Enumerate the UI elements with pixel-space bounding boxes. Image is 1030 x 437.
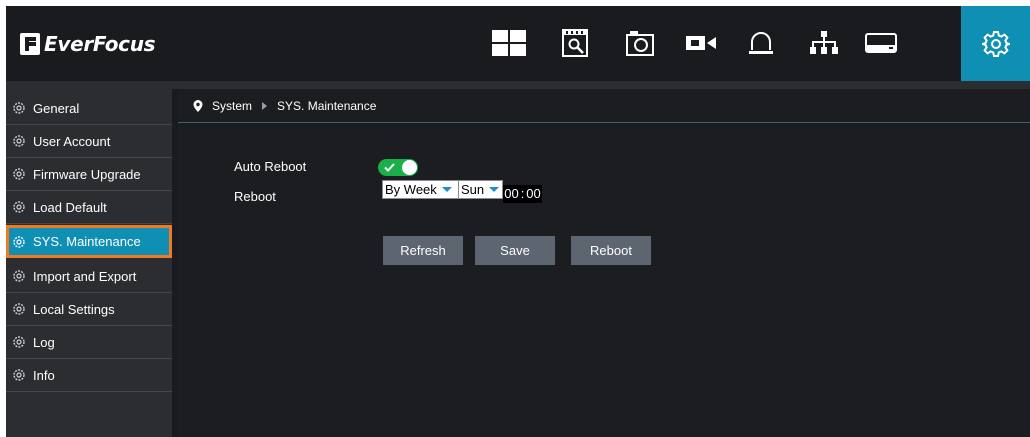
gear-icon	[13, 369, 25, 381]
save-button[interactable]: Save	[475, 236, 555, 265]
location-pin-icon	[193, 99, 203, 112]
gear-icon	[13, 201, 25, 213]
sidebar-item-log[interactable]: Log	[6, 326, 172, 359]
storage-icon[interactable]	[856, 18, 906, 68]
live-view-icon[interactable]	[484, 18, 534, 68]
sidebar-item-local-settings[interactable]: Local Settings	[6, 293, 172, 326]
sidebar-item-label: Import and Export	[33, 268, 137, 284]
sidebar-item-import-export[interactable]: Import and Export	[6, 260, 172, 293]
sidebar-item-user-account[interactable]: User Account	[6, 125, 172, 158]
snapshot-icon[interactable]	[615, 18, 665, 68]
auto-reboot-label: Auto Reboot	[234, 159, 307, 174]
record-icon[interactable]	[676, 18, 726, 68]
playback-icon[interactable]	[550, 18, 600, 68]
breadcrumb: System SYS. Maintenance	[178, 89, 1030, 123]
breadcrumb-current: SYS. Maintenance	[277, 98, 377, 113]
gear-icon	[13, 303, 25, 315]
reboot-day-value: Sun	[461, 182, 485, 197]
sidebar-item-label: User Account	[33, 133, 111, 149]
reboot-hour-input[interactable]: 00	[503, 185, 520, 203]
breadcrumb-root[interactable]: System	[212, 99, 252, 113]
auto-reboot-toggle[interactable]	[378, 159, 418, 176]
sidebar-item-label: General	[33, 100, 80, 116]
sidebar-item-label: SYS. Maintenance	[33, 234, 141, 249]
reboot-label: Reboot	[234, 189, 276, 204]
header-divider	[6, 81, 1030, 89]
gear-icon	[13, 235, 25, 248]
brand-name: EverFocus	[44, 32, 156, 56]
check-icon	[384, 163, 395, 172]
sidebar-item-firmware-upgrade[interactable]: Firmware Upgrade	[6, 158, 172, 191]
sidebar-item-general[interactable]: General	[6, 92, 172, 125]
alarm-icon[interactable]	[736, 18, 786, 68]
gear-icon	[13, 135, 25, 147]
gear-icon	[13, 336, 25, 348]
refresh-button[interactable]: Refresh	[383, 236, 463, 265]
main-panel: System SYS. Maintenance Auto Reboot Rebo…	[178, 89, 1030, 437]
chevron-down-icon	[489, 187, 500, 192]
sidebar: General User Account Firmware Upgrade Lo…	[6, 89, 172, 437]
gear-icon	[13, 168, 25, 180]
sidebar-item-info[interactable]: Info	[6, 359, 172, 392]
sidebar-item-label: Firmware Upgrade	[33, 166, 141, 182]
gear-icon	[13, 270, 25, 282]
system-settings-icon[interactable]	[961, 6, 1030, 81]
reboot-button[interactable]: Reboot	[571, 236, 651, 265]
top-header: EverFocus	[6, 6, 1030, 81]
reboot-frequency-select[interactable]: By Week	[382, 180, 459, 199]
sidebar-item-label: Log	[33, 334, 55, 350]
logo-mark-icon	[20, 33, 40, 55]
sidebar-item-label: Load Default	[33, 199, 107, 215]
sidebar-item-sys-maintenance[interactable]: SYS. Maintenance	[6, 225, 172, 258]
brand-logo: EverFocus	[20, 32, 156, 56]
sidebar-item-label: Info	[33, 367, 55, 383]
reboot-frequency-value: By Week	[385, 182, 437, 197]
reboot-day-select[interactable]: Sun	[458, 180, 503, 199]
gear-icon	[13, 102, 25, 114]
chevron-down-icon	[441, 187, 452, 192]
breadcrumb-separator-icon	[262, 101, 268, 110]
toggle-knob	[402, 160, 417, 175]
sidebar-item-load-default[interactable]: Load Default	[6, 191, 172, 224]
reboot-minute-input[interactable]: 00	[525, 185, 542, 203]
network-icon[interactable]	[799, 18, 849, 68]
dvr-web-interface: EverFocus General User Account Firmware …	[6, 6, 1030, 437]
sidebar-item-label: Local Settings	[33, 301, 115, 317]
